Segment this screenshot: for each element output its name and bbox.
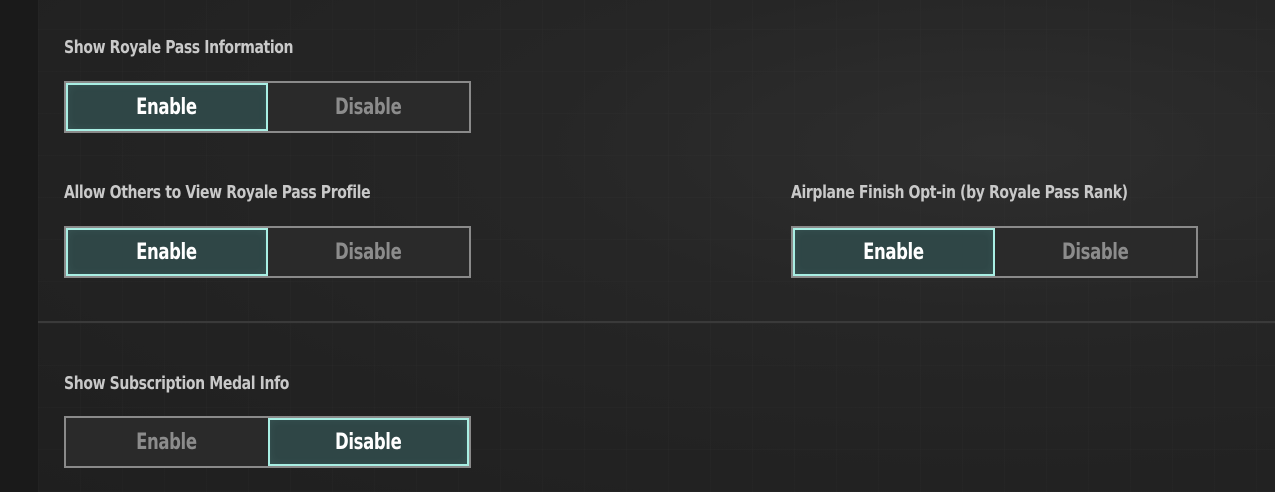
enable-button[interactable]: Enable [793, 228, 995, 276]
sidebar-strip [0, 0, 38, 492]
setting-label-allow-view-profile: Allow Others to View Royale Pass Profile [64, 182, 371, 203]
disable-label: Disable [335, 94, 402, 120]
section-divider [38, 321, 1275, 323]
disable-label: Disable [335, 429, 402, 455]
toggle-show-royale-pass-info: Enable Disable [64, 81, 471, 133]
setting-label-show-subscription-medal: Show Subscription Medal Info [64, 373, 290, 394]
disable-button[interactable]: Disable [995, 228, 1197, 276]
enable-label: Enable [863, 239, 925, 265]
toggle-allow-view-profile: Enable Disable [64, 226, 471, 278]
toggle-airplane-finish-opt-in: Enable Disable [791, 226, 1198, 278]
disable-label: Disable [1062, 239, 1129, 265]
enable-label: Enable [136, 94, 198, 120]
setting-label-airplane-finish-opt-in: Airplane Finish Opt-in (by Royale Pass R… [791, 182, 1128, 203]
disable-label: Disable [335, 239, 402, 265]
disable-button[interactable]: Disable [268, 228, 470, 276]
enable-button[interactable]: Enable [66, 83, 268, 131]
toggle-show-subscription-medal: Enable Disable [64, 416, 471, 468]
enable-button[interactable]: Enable [66, 228, 268, 276]
enable-button[interactable]: Enable [66, 418, 268, 466]
setting-label-show-royale-pass-info: Show Royale Pass Information [64, 37, 294, 58]
disable-button[interactable]: Disable [267, 418, 469, 466]
enable-label: Enable [136, 239, 198, 265]
enable-label: Enable [136, 429, 198, 455]
disable-button[interactable]: Disable [268, 83, 470, 131]
